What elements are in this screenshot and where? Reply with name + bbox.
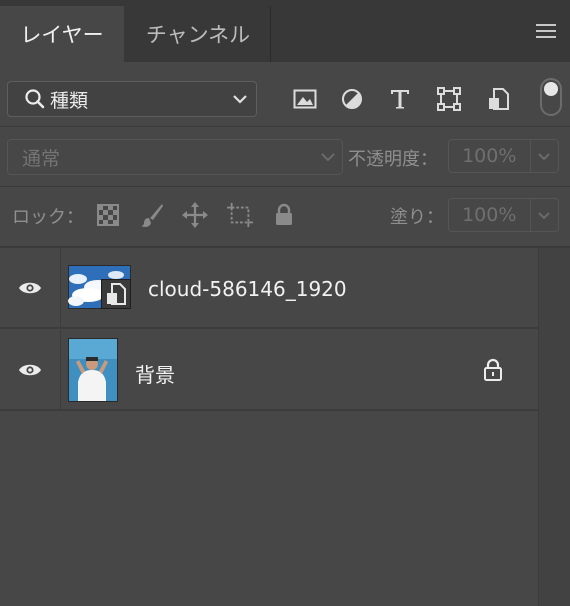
divider [0,186,570,187]
chevron-down-icon [233,95,247,104]
lock-transparent-pixels-icon[interactable] [95,202,121,228]
layers-scrollbar[interactable] [538,248,570,606]
type-filter-icon[interactable] [387,86,413,112]
fill-input[interactable]: 100% [448,198,559,232]
filter-kind-label: 種類 [50,89,89,112]
chevron-down-icon[interactable] [531,199,558,231]
divider [0,126,570,127]
smart-object-filter-icon[interactable] [486,86,512,112]
layer-name[interactable]: cloud-586146_1920 [148,277,347,301]
layer-row-background[interactable]: 背景 [0,330,538,411]
search-icon [25,89,45,109]
opacity-value: 100% [449,140,531,172]
lock-artboard-icon[interactable] [227,202,253,228]
panel-menu-icon[interactable] [536,24,558,40]
lock-label: ロック： [12,207,84,228]
image-filter-icon[interactable] [292,86,318,112]
blend-mode-select[interactable]: 通常 [7,139,343,175]
tab-layers[interactable]: レイヤー [0,6,124,62]
opacity-input[interactable]: 100% [448,139,559,173]
layer-filter-kind-select[interactable]: 種類 [7,81,257,117]
chevron-down-icon[interactable] [531,140,558,172]
layer-name[interactable]: 背景 [135,359,175,388]
layer-thumbnail-background[interactable] [68,338,118,402]
layers-list: cloud-586146_1920 背景 [0,248,538,606]
fill-value: 100% [449,199,531,231]
tab-channels[interactable]: チャンネル [126,6,271,62]
blend-mode-value: 通常 [22,147,61,170]
visibility-eye-icon[interactable] [0,330,61,409]
chevron-down-icon [321,153,335,162]
opacity-label: 不透明度： [348,149,438,170]
adjustment-filter-icon[interactable] [339,86,365,112]
visibility-eye-icon[interactable] [0,248,61,327]
lock-image-pixels-icon[interactable] [139,202,165,228]
layer-thumbnail-cloud[interactable] [68,265,131,309]
lock-all-icon[interactable] [271,202,297,228]
smart-object-badge-icon [101,279,131,309]
lock-position-icon[interactable] [182,202,208,228]
layer-lock-icon[interactable] [483,358,503,386]
filter-toggle-switch[interactable] [540,78,562,116]
panel-tab-bar: レイヤー チャンネル [0,0,570,62]
layer-row-cloud[interactable]: cloud-586146_1920 [0,248,538,329]
fill-label: 塗り： [390,207,444,228]
shape-filter-icon[interactable] [436,86,462,112]
